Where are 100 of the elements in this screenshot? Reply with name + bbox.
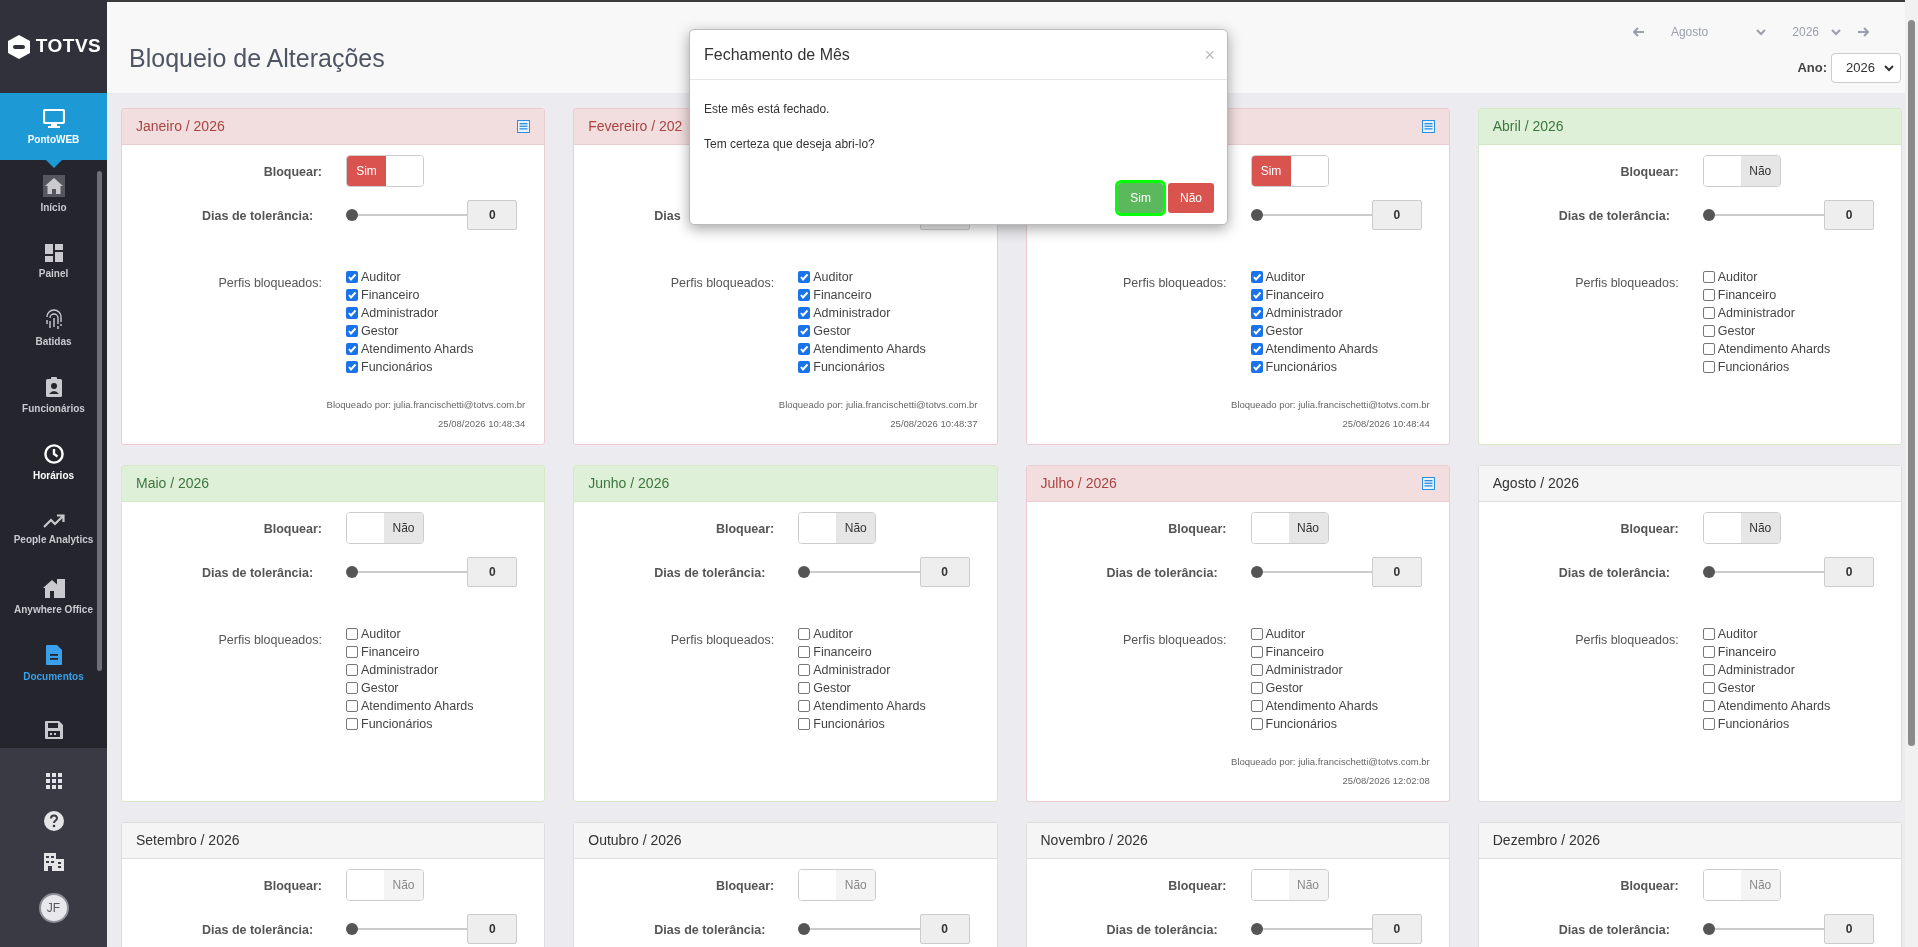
scrollbar-thumb[interactable] [97, 171, 102, 671]
checkbox[interactable] [1250, 289, 1263, 301]
checkbox[interactable] [1702, 700, 1715, 712]
profile-label: Atendimento Ahards [361, 697, 474, 715]
checkbox[interactable] [798, 361, 811, 373]
profile-label: Funcionários [361, 715, 433, 733]
checkbox[interactable] [1702, 628, 1715, 640]
scrollbar-thumb[interactable] [1908, 20, 1915, 746]
checkbox[interactable] [798, 271, 811, 283]
lock-toggle[interactable]: Não [346, 512, 424, 544]
value-field[interactable]: 0 [1824, 200, 1874, 230]
checkbox[interactable] [798, 289, 811, 301]
lock-toggle[interactable]: Não [1702, 512, 1781, 544]
report-icon[interactable] [517, 120, 531, 133]
nav-item[interactable]: Início [0, 160, 107, 227]
checkbox[interactable] [798, 664, 811, 676]
slider-thumb[interactable] [798, 923, 811, 935]
checkbox[interactable] [798, 343, 811, 355]
lock-toggle[interactable]: Não [1250, 512, 1329, 544]
checkbox[interactable] [1250, 664, 1263, 676]
checkbox[interactable] [1702, 271, 1715, 283]
field-label: Dias de tolerância: [1558, 923, 1670, 937]
checkbox[interactable] [1250, 325, 1263, 337]
lock-toggle[interactable]: Não [798, 512, 877, 544]
checkbox[interactable] [1250, 343, 1263, 355]
year-dropdown[interactable]: 2026 [1831, 53, 1901, 83]
checkbox[interactable] [346, 361, 358, 373]
checkbox[interactable] [798, 646, 811, 658]
checkbox[interactable] [1702, 307, 1715, 319]
slider-thumb[interactable] [1702, 566, 1715, 578]
checkbox[interactable] [346, 307, 358, 319]
checkbox[interactable] [1250, 700, 1263, 712]
lock-toggle[interactable]: Não [1702, 155, 1781, 187]
checkbox[interactable] [798, 700, 811, 712]
checkbox[interactable] [1250, 646, 1263, 658]
checkbox[interactable] [1250, 682, 1263, 694]
checkbox[interactable] [1250, 718, 1263, 730]
checkbox[interactable] [346, 718, 358, 730]
checkbox[interactable] [1702, 325, 1715, 337]
profile-label: Gestor [813, 322, 851, 340]
checkbox[interactable] [1702, 361, 1715, 373]
slider-thumb[interactable] [1250, 566, 1263, 578]
checkbox[interactable] [346, 646, 358, 658]
checkbox[interactable] [798, 325, 811, 337]
value-field[interactable]: 0 [1371, 557, 1422, 587]
card-title: Fevereiro / 202 [588, 117, 683, 136]
checkbox[interactable] [1702, 664, 1715, 676]
value-field[interactable]: 0 [1371, 200, 1422, 230]
checkbox[interactable] [1250, 271, 1263, 283]
checkbox[interactable] [1702, 343, 1715, 355]
checkbox[interactable] [346, 325, 358, 337]
checkbox[interactable] [1702, 646, 1715, 658]
nav-item[interactable]: Documentos [0, 629, 107, 696]
slider-thumb[interactable] [346, 209, 358, 221]
lock-toggle[interactable]: Sim [1250, 155, 1329, 187]
value-field[interactable]: 0 [919, 557, 970, 587]
slider-thumb[interactable] [346, 566, 358, 578]
checkbox[interactable] [346, 628, 358, 640]
value-field[interactable]: 0 [919, 914, 970, 944]
checkbox[interactable] [1250, 307, 1263, 319]
value-field[interactable]: 0 [467, 914, 518, 944]
checkbox[interactable] [798, 718, 811, 730]
checkbox[interactable] [798, 628, 811, 640]
slider-thumb[interactable] [798, 566, 811, 578]
checkbox[interactable] [346, 682, 358, 694]
slider-thumb[interactable] [346, 923, 358, 935]
value-field[interactable]: 0 [1824, 914, 1874, 944]
checkbox[interactable] [798, 682, 811, 694]
user-avatar[interactable]: JF [38, 892, 69, 923]
dialog-button[interactable]: Não [1168, 183, 1214, 213]
nav-item[interactable]: Funcionários [0, 361, 107, 428]
slider-thumb[interactable] [1702, 923, 1715, 935]
slider-thumb[interactable] [1250, 209, 1263, 221]
nav-item[interactable]: People Analytics [0, 495, 107, 562]
value-field[interactable]: 0 [467, 557, 518, 587]
profile-label: Gestor [361, 322, 399, 340]
profile-label: Funcionários [361, 358, 433, 376]
checkbox[interactable] [1702, 682, 1715, 694]
value-field[interactable]: 0 [1371, 914, 1422, 944]
checkbox[interactable] [1702, 718, 1715, 730]
checkbox[interactable] [346, 289, 358, 301]
slider-thumb[interactable] [1250, 923, 1263, 935]
nav-item[interactable]: Anywhere Office [0, 562, 107, 629]
nav-item[interactable]: Painel [0, 227, 107, 294]
checkbox[interactable] [1702, 289, 1715, 301]
checkbox[interactable] [346, 271, 358, 283]
checkbox[interactable] [346, 343, 358, 355]
nav-item[interactable]: Horários [0, 428, 107, 495]
report-icon[interactable] [1421, 120, 1435, 133]
report-icon[interactable] [1421, 477, 1435, 490]
checkbox[interactable] [346, 700, 358, 712]
lock-toggle[interactable]: Sim [346, 155, 424, 187]
value-field[interactable]: 0 [1824, 557, 1874, 587]
checkbox[interactable] [798, 307, 811, 319]
nav-item[interactable]: Batidas [0, 294, 107, 361]
checkbox[interactable] [1250, 361, 1263, 373]
slider-thumb[interactable] [1702, 209, 1715, 221]
checkbox[interactable] [1250, 628, 1263, 640]
value-field[interactable]: 0 [467, 200, 518, 230]
checkbox[interactable] [346, 664, 358, 676]
